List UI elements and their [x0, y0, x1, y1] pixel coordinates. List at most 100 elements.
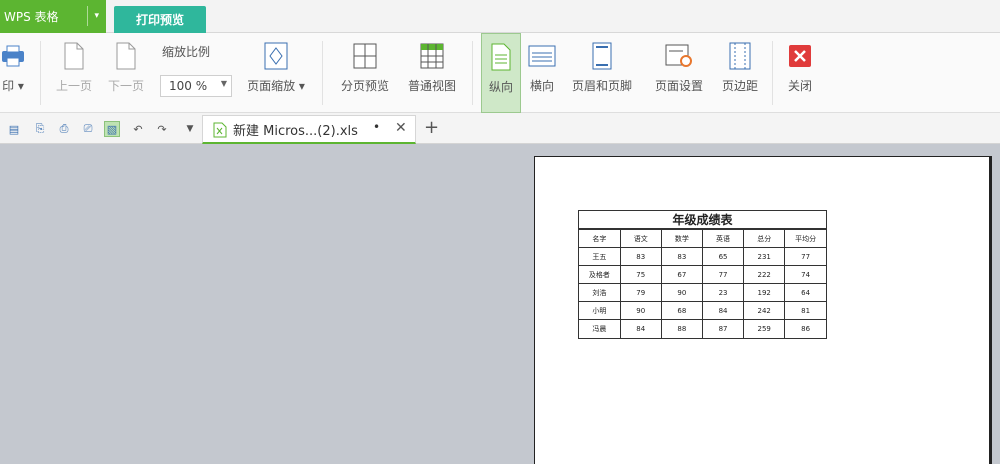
chevron-down-icon[interactable]: ▼ — [221, 79, 227, 88]
zoom-ratio-label: 缩放比例 — [162, 45, 211, 59]
table-cell: 86 — [784, 319, 826, 338]
page-scaling-label: 页面缩放 — [247, 79, 296, 93]
tab-print-preview[interactable]: 打印预览 — [114, 6, 206, 33]
print-preview-icon[interactable]: ⎚ — [80, 121, 96, 137]
margins-button[interactable]: 页边距 — [716, 33, 764, 113]
table-cell: 小明 — [579, 301, 621, 320]
document-tab[interactable]: 新建 Micros...(2).xls • ✕ — [202, 115, 416, 144]
table-row: 及格者 75 67 77 222 74 — [579, 265, 826, 284]
table-cell: 81 — [784, 301, 826, 320]
preview-workspace: 年级成绩表 名字 语文 数学 英语 总分 平均分 王五 83 83 65 231 77 及格者 75 67 7… — [0, 144, 1000, 464]
next-page-label: 下一页 — [107, 79, 144, 93]
printer-icon[interactable]: ⎙ — [56, 121, 72, 137]
ribbon-divider — [322, 41, 323, 105]
table-cell: 67 — [660, 265, 703, 284]
app-name: WPS 表格 — [4, 10, 59, 24]
portrait-label: 纵向 — [488, 80, 513, 94]
portrait-button[interactable]: 纵向 — [481, 33, 521, 113]
header-footer-button[interactable]: 页眉和页脚 — [564, 33, 640, 113]
print-preview-active-icon[interactable]: ▧ — [104, 121, 120, 137]
normal-view-button[interactable]: 普通视图 — [400, 33, 464, 113]
close-label: 关闭 — [787, 79, 812, 93]
chevron-down-icon[interactable]: ▼ — [182, 121, 198, 137]
page-setup-label: 页面设置 — [654, 79, 703, 93]
margins-label: 页边距 — [721, 79, 758, 93]
page-break-preview-button[interactable]: 分页预览 — [334, 33, 396, 113]
page-next-icon — [115, 41, 137, 71]
save-icon[interactable]: ▤ — [6, 121, 22, 137]
table-cell: 79 — [619, 283, 662, 302]
table-cell: 冯晨 — [579, 319, 621, 338]
zoom-value: 100 % — [169, 79, 208, 93]
table-cell: 数学 — [660, 229, 703, 248]
table-cell: 87 — [701, 319, 745, 338]
normal-view-icon — [420, 41, 444, 71]
table-cell: 90 — [619, 301, 662, 320]
table-cell: 65 — [701, 247, 745, 266]
add-tab-icon[interactable]: + — [424, 117, 439, 138]
table-cell: 74 — [784, 265, 826, 284]
table-cell: 75 — [619, 265, 662, 284]
undo-icon[interactable]: ↶ — [130, 121, 146, 137]
table-cell: 90 — [660, 283, 703, 302]
table-cell: 259 — [743, 319, 786, 338]
table-cell: 192 — [743, 283, 786, 302]
normal-view-label: 普通视图 — [407, 79, 456, 93]
landscape-label: 横向 — [529, 79, 554, 93]
table-row: 冯晨 84 88 87 259 86 — [579, 319, 826, 338]
page-setup-icon — [665, 41, 693, 71]
page-prev-icon — [63, 41, 85, 71]
landscape-page-icon — [528, 41, 556, 71]
quick-access-bar: ▤ ⎘ ⎙ ⎚ ▧ ↶ ↷ ▼ 新建 Micros...(2).xls • ✕ … — [0, 113, 1000, 144]
next-page-button[interactable]: 下一页 — [104, 33, 148, 113]
table-cell: 77 — [701, 265, 745, 284]
table-cell: 242 — [743, 301, 786, 320]
ribbon-divider — [772, 41, 773, 105]
grade-table: 名字 语文 数学 英语 总分 平均分 王五 83 83 65 231 77 及格者 75 67 77 222 74… — [579, 229, 826, 338]
landscape-button[interactable]: 横向 — [524, 33, 560, 113]
modified-indicator: • — [373, 120, 381, 134]
sheet-title: 年级成绩表 — [579, 211, 826, 229]
portrait-page-icon — [491, 42, 511, 72]
header-footer-icon — [592, 41, 612, 71]
table-cell: 83 — [660, 247, 703, 266]
table-cell: 64 — [784, 283, 826, 302]
ribbon-divider — [40, 41, 41, 105]
zoom-ratio-select[interactable]: 100 % ▼ — [160, 75, 232, 97]
spreadsheet-preview: 年级成绩表 名字 语文 数学 英语 总分 平均分 王五 83 83 65 231 77 及格者 75 67 7… — [578, 210, 827, 339]
prev-page-button[interactable]: 上一页 — [52, 33, 96, 113]
spreadsheet-file-icon — [213, 122, 227, 142]
table-cell: 名字 — [579, 229, 621, 248]
wps-app-menu-button[interactable]: WPS 表格 ▾ — [0, 0, 106, 33]
table-cell: 88 — [660, 319, 703, 338]
app-menu-divider — [87, 6, 88, 26]
header-footer-label: 页眉和页脚 — [571, 79, 632, 93]
chevron-down-icon[interactable]: ▾ — [94, 11, 99, 21]
table-cell: 231 — [743, 247, 786, 266]
table-cell: 及格者 — [579, 265, 621, 284]
table-cell: 王五 — [579, 247, 621, 266]
page-setup-button[interactable]: 页面设置 — [648, 33, 710, 113]
page-break-preview-label: 分页预览 — [340, 79, 389, 93]
table-cell: 语文 — [619, 229, 662, 248]
close-tab-icon[interactable]: ✕ — [395, 120, 407, 136]
table-row: 王五 83 83 65 231 77 — [579, 247, 826, 266]
table-cell: 84 — [701, 301, 745, 320]
preview-page: 年级成绩表 名字 语文 数学 英语 总分 平均分 王五 83 83 65 231 77 及格者 75 67 7… — [534, 156, 990, 464]
table-cell: 68 — [660, 301, 703, 320]
export-icon[interactable]: ⎘ — [32, 121, 48, 137]
page-scaling-icon — [264, 41, 288, 71]
title-bar: WPS 表格 ▾ 打印预览 — [0, 0, 1000, 33]
page-scaling-button[interactable]: 页面缩放 ▾ — [240, 33, 312, 113]
table-cell: 23 — [701, 283, 745, 302]
prev-page-label: 上一页 — [55, 79, 92, 93]
close-icon — [788, 41, 812, 71]
table-cell: 英语 — [701, 229, 745, 248]
close-preview-button[interactable]: 关闭 — [782, 33, 818, 113]
print-button[interactable]: 印 ▾ — [0, 33, 32, 113]
table-cell: 84 — [619, 319, 662, 338]
redo-icon[interactable]: ↷ — [154, 121, 170, 137]
table-cell: 77 — [784, 247, 826, 266]
table-header-row: 名字 语文 数学 英语 总分 平均分 — [579, 229, 826, 248]
ribbon-divider — [472, 41, 473, 105]
